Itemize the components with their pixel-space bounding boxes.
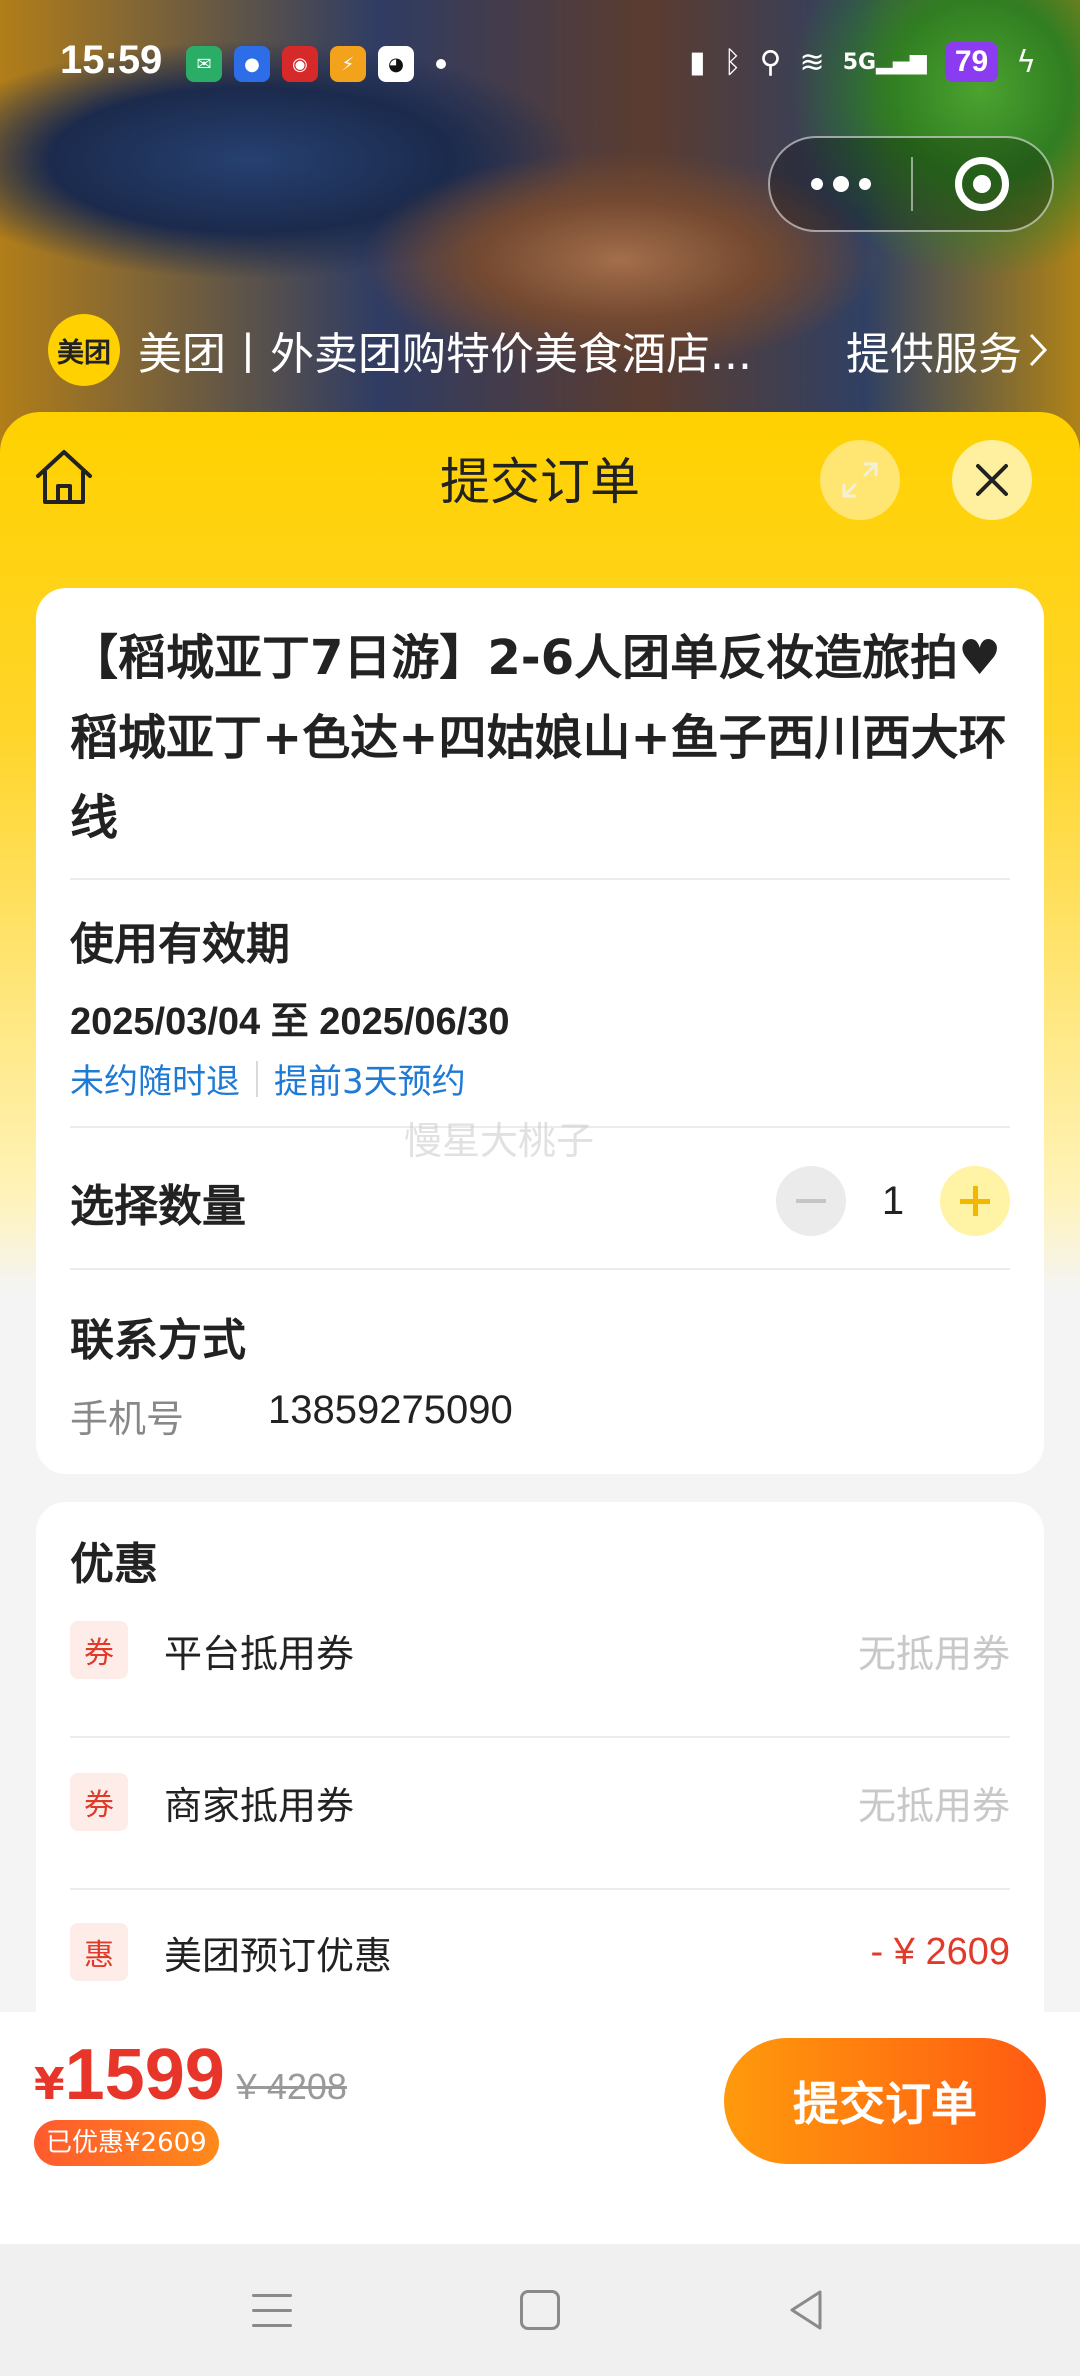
signal-icon: 5G▂▄▆ [842,49,927,75]
app-orange-icon: ⚡ [330,46,366,82]
divider [70,878,1010,880]
contact-label: 联系方式 [70,1315,246,1366]
quantity-stepper: 1 [776,1166,1010,1236]
booking-tag: 提前3天预约 [274,1062,466,1102]
expand-icon[interactable] [820,440,900,520]
network-type: 5G [842,49,877,75]
discount-name: 美团预订优惠 [164,1933,393,1978]
minus-button[interactable] [776,1166,846,1236]
divider [70,1736,1010,1738]
location-icon: ⚲ [759,44,782,80]
total-price: ¥ 1599 ¥ 4208 [34,2034,347,2116]
chevron-right-icon [1029,333,1048,367]
status-bar: 15:59 ✉ ● ◉ ⚡ ◕ ▮ ᛒ ⚲ ≋ 5G▂▄▆ 79 ϟ [0,0,1080,130]
refund-tag: 未约随时退 [70,1062,240,1102]
discount-value: - ¥ 2609 [870,1930,1010,1973]
wifi-icon: ≋ [799,44,825,80]
top-nav: 提交订单 [0,412,1080,542]
phone-number[interactable]: 13859275090 [268,1388,513,1433]
submit-order-button[interactable]: 提交订单 [724,2038,1046,2164]
app-red-icon: ◉ [282,46,318,82]
baidu-icon: ● [234,46,270,82]
product-title: 【稻城亚丁7日游】2-6人团单反妆造旅拍♥稻城亚丁+色达+四姑娘山+鱼子西川西大… [70,630,1007,846]
checkout-bar: ¥ 1599 ¥ 4208 已优惠¥2609 提交订单 [0,2012,1080,2244]
provide-service-label: 提供服务 [846,329,1022,380]
divider [70,1888,1010,1890]
divider [70,1268,1010,1270]
validity-range: 2025/03/04 至 2025/06/30 [70,1001,510,1043]
page-title: 提交订单 [440,453,640,511]
status-time: 15:59 [60,38,163,82]
booking-discount-row: 惠 美团预订优惠 - ¥ 2609 [70,1912,1010,1992]
target-icon[interactable] [913,157,1052,211]
validity-label: 使用有效期 [70,919,290,970]
battery-level: 79 [944,42,999,82]
meituan-logo: 美团 [48,314,120,386]
back-icon[interactable] [786,2288,826,2332]
coupon-name: 平台抵用券 [164,1631,355,1676]
plus-button[interactable] [940,1166,1010,1236]
more-dots-icon[interactable] [770,176,911,192]
original-price: ¥ 4208 [236,2066,347,2107]
discounts-title: 优惠 [70,1539,158,1590]
watermark: 慢星大桃子 [404,1119,595,1163]
vibrate-icon: ▮ [689,44,706,80]
bluetooth-icon: ᛒ [723,44,742,80]
system-nav-bar [0,2244,1080,2376]
product-card: 【稻城亚丁7日游】2-6人团单反妆造旅拍♥稻城亚丁+色达+四姑娘山+鱼子西川西大… [36,588,1044,1474]
coupon-name: 商家抵用券 [164,1783,355,1828]
saved-badge: 已优惠¥2609 [34,2120,219,2166]
qq-icon: ◕ [378,46,414,82]
tag-separator [256,1060,258,1097]
notification-icons: ✉ ● ◉ ⚡ ◕ [186,46,446,82]
more-notifications-dot [436,59,446,69]
quantity-value: 1 [881,1178,905,1223]
discount-badge: 惠 [70,1923,128,1981]
quantity-label: 选择数量 [70,1181,246,1232]
coupon-badge: 券 [70,1773,128,1831]
platform-coupon-row[interactable]: 券 平台抵用券 无抵用券 [70,1610,1010,1690]
coupon-badge: 券 [70,1621,128,1679]
coupon-value: 无抵用券 [857,1783,1010,1828]
refund-tags: 未约随时退 提前3天预约 [70,1054,466,1103]
wechat-icon: ✉ [186,46,222,82]
coupon-value: 无抵用券 [857,1631,1010,1676]
discounts-card: 优惠 券 平台抵用券 无抵用券 券 商家抵用券 无抵用券 惠 美团预订优惠 - … [36,1502,1044,2062]
service-name[interactable]: 美团丨外卖团购特价美食酒店... [138,318,778,382]
close-icon[interactable] [952,440,1032,520]
miniprogram-capsule [768,136,1054,232]
recent-apps-icon[interactable] [252,2294,292,2339]
phone-label: 手机号 [70,1397,185,1441]
merchant-coupon-row[interactable]: 券 商家抵用券 无抵用券 [70,1762,1010,1842]
currency-symbol: ¥ [34,2059,65,2110]
charging-icon: ϟ [1016,44,1036,80]
status-indicators: ▮ ᛒ ⚲ ≋ 5G▂▄▆ 79 ϟ [689,42,1036,82]
price-value: 1599 [64,2035,225,2115]
service-bar: 美团 美团丨外卖团购特价美食酒店... 提供服务 [48,310,1048,390]
home-nav-icon[interactable] [520,2290,560,2330]
provide-service-link[interactable]: 提供服务 [846,318,1048,382]
